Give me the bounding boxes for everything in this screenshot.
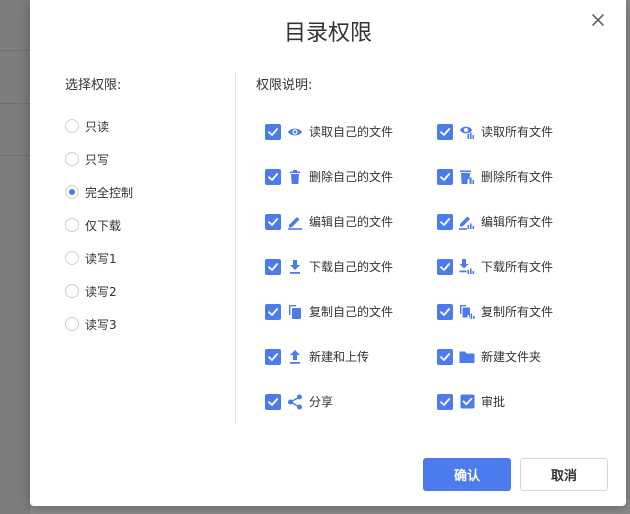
- perm-label: 删除自己的文件: [309, 170, 394, 184]
- backdrop: [0, 0, 30, 514]
- checkbox-checked-icon[interactable]: [265, 303, 281, 320]
- option-label: 只读: [85, 120, 110, 134]
- backdrop-divider: [0, 103, 30, 104]
- perm-share: 分享: [265, 393, 333, 410]
- perm-label: 新建和上传: [309, 350, 370, 364]
- trash-icon: [287, 169, 303, 185]
- directory-permission-dialog: 目录权限 选择权限: 只读 只写 完全控制 仅下载 读写1 读写2 读写3 权限…: [30, 0, 626, 506]
- eye-icon: [287, 124, 303, 140]
- pencil-icon: [287, 214, 303, 230]
- backdrop-divider: [0, 155, 30, 156]
- perm-read-all: 读取所有文件: [437, 123, 553, 140]
- checkbox-checked-icon[interactable]: [437, 393, 453, 410]
- perm-delete-all: 删除所有文件: [437, 168, 553, 185]
- option-label: 只写: [85, 153, 110, 167]
- folder-icon: [459, 349, 475, 365]
- option-read-write-1[interactable]: 读写1: [65, 250, 133, 283]
- radio-icon[interactable]: [65, 152, 79, 166]
- share-icon: [287, 394, 303, 410]
- perm-new-folder: 新建文件夹: [437, 348, 541, 365]
- radio-icon[interactable]: [65, 251, 79, 265]
- perm-create-upload: 新建和上传: [265, 348, 369, 365]
- checkbox-checked-icon[interactable]: [265, 123, 281, 140]
- perm-delete-own: 删除自己的文件: [265, 168, 393, 185]
- perm-label: 读取自己的文件: [309, 125, 394, 139]
- checkbox-checked-icon[interactable]: [437, 123, 453, 140]
- perm-label: 复制所有文件: [481, 305, 554, 319]
- edit-all-icon: [459, 214, 475, 230]
- perm-download-own: 下载自己的文件: [265, 258, 393, 275]
- option-read-only[interactable]: 只读: [65, 118, 133, 151]
- radio-icon[interactable]: [65, 185, 79, 199]
- copy-all-icon: [459, 304, 475, 320]
- radio-icon[interactable]: [65, 218, 79, 232]
- perm-label: 编辑自己的文件: [309, 215, 394, 229]
- checkbox-checked-icon[interactable]: [265, 168, 281, 185]
- copy-icon: [287, 304, 303, 320]
- checkbox-checked-icon[interactable]: [437, 168, 453, 185]
- perm-label: 删除所有文件: [481, 170, 554, 184]
- permission-options: 只读 只写 完全控制 仅下载 读写1 读写2 读写3: [65, 118, 133, 349]
- perm-approve: 审批: [437, 393, 505, 410]
- upload-icon: [287, 349, 303, 365]
- checkbox-checked-icon[interactable]: [437, 348, 453, 365]
- delete-all-icon: [459, 169, 475, 185]
- option-label: 读写2: [85, 285, 117, 299]
- close-icon[interactable]: [590, 12, 606, 28]
- checkbox-checked-icon[interactable]: [265, 258, 281, 275]
- column-divider: [235, 72, 236, 424]
- option-read-write-3[interactable]: 读写3: [65, 316, 133, 349]
- option-download-only[interactable]: 仅下载: [65, 217, 133, 250]
- checkbox-checked-icon[interactable]: [437, 258, 453, 275]
- perm-label: 新建文件夹: [481, 350, 542, 364]
- radio-icon[interactable]: [65, 119, 79, 133]
- option-label: 仅下载: [85, 219, 122, 233]
- perm-label: 编辑所有文件: [481, 215, 554, 229]
- download-all-icon: [459, 258, 475, 275]
- option-write-only[interactable]: 只写: [65, 151, 133, 184]
- perm-copy-all: 复制所有文件: [437, 303, 553, 320]
- approve-icon: [459, 394, 475, 410]
- checkbox-checked-icon[interactable]: [437, 213, 453, 230]
- radio-icon[interactable]: [65, 317, 79, 331]
- checkbox-checked-icon[interactable]: [437, 303, 453, 320]
- radio-icon[interactable]: [65, 284, 79, 298]
- perm-label: 下载所有文件: [481, 260, 554, 274]
- cancel-button[interactable]: 取消: [520, 458, 608, 491]
- option-label: 读写3: [85, 318, 117, 332]
- perm-edit-all: 编辑所有文件: [437, 213, 553, 230]
- perm-label: 审批: [481, 395, 506, 409]
- checkbox-checked-icon[interactable]: [265, 348, 281, 365]
- read-all-icon: [459, 124, 475, 140]
- option-full-control[interactable]: 完全控制: [65, 184, 133, 217]
- checkbox-checked-icon[interactable]: [265, 213, 281, 230]
- permission-description-label: 权限说明:: [256, 78, 313, 93]
- perm-download-all: 下载所有文件: [437, 258, 553, 275]
- perm-label: 读取所有文件: [481, 125, 554, 139]
- perm-label: 下载自己的文件: [309, 260, 394, 274]
- perm-read-own: 读取自己的文件: [265, 123, 393, 140]
- backdrop-divider: [0, 50, 30, 51]
- option-label: 读写1: [85, 252, 117, 266]
- option-read-write-2[interactable]: 读写2: [65, 283, 133, 316]
- select-permission-label: 选择权限:: [65, 78, 122, 93]
- perm-label: 复制自己的文件: [309, 305, 394, 319]
- download-icon: [287, 259, 303, 275]
- dialog-title: 目录权限: [283, 21, 372, 46]
- confirm-button[interactable]: 确认: [423, 458, 511, 491]
- perm-copy-own: 复制自己的文件: [265, 303, 393, 320]
- checkbox-checked-icon[interactable]: [265, 393, 281, 410]
- perm-edit-own: 编辑自己的文件: [265, 213, 393, 230]
- perm-label: 分享: [309, 395, 334, 409]
- option-label: 完全控制: [85, 186, 134, 200]
